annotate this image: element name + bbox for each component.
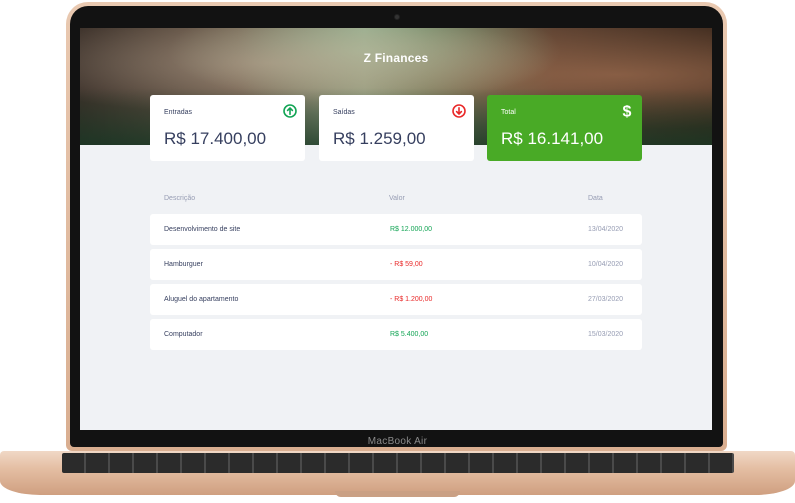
row-amount: R$ 5.400,00 [390,331,429,338]
svg-text:$: $ [623,104,632,121]
column-header-description: Descrição [164,195,196,202]
row-date: 13/04/2020 [588,226,624,233]
row-description: Aluguel do apartamento [164,296,239,303]
row-amount: - R$ 1.200,00 [390,296,433,303]
row-description: Hamburguer [164,261,203,268]
arrow-down-circle-icon [452,104,466,118]
table-row[interactable]: Desenvolvimento de site R$ 12.000,00 13/… [150,214,642,245]
table-row[interactable]: Computador R$ 5.400,00 15/03/2020 [150,319,642,350]
row-date: 27/03/2020 [588,296,624,303]
total-label: Total [501,109,516,116]
table-row[interactable]: Aluguel do apartamento - R$ 1.200,00 27/… [150,284,642,315]
row-amount: - R$ 59,00 [390,261,423,268]
webcam [394,14,400,20]
device-label: MacBook Air [367,436,428,447]
keyboard [62,453,734,473]
trackpad-notch [335,491,460,497]
total-card: Total $ R$ 16.141,00 [487,95,642,161]
total-value: R$ 16.141,00 [501,129,604,148]
row-description: Computador [164,331,203,338]
dollar-sign-icon: $ [623,104,632,121]
income-card: Entradas R$ 17.400,00 [150,95,305,161]
row-date: 15/03/2020 [588,331,624,338]
arrow-up-circle-icon [283,104,297,118]
table-row[interactable]: Hamburguer - R$ 59,00 10/04/2020 [150,249,642,280]
column-header-date: Data [588,195,603,202]
row-amount: R$ 12.000,00 [390,226,433,233]
income-label: Entradas [164,109,193,116]
expense-value: R$ 1.259,00 [333,129,426,148]
expense-card: Saídas R$ 1.259,00 [319,95,474,161]
column-header-amount: Valor [389,195,405,202]
expense-label: Saídas [333,109,355,116]
income-value: R$ 17.400,00 [164,129,267,148]
row-description: Desenvolvimento de site [164,226,241,233]
app-logo: Z Finances [363,51,429,65]
app-screen: Z Finances Entradas R$ 17.400,00 Saídas … [80,28,712,430]
row-date: 10/04/2020 [588,261,624,268]
